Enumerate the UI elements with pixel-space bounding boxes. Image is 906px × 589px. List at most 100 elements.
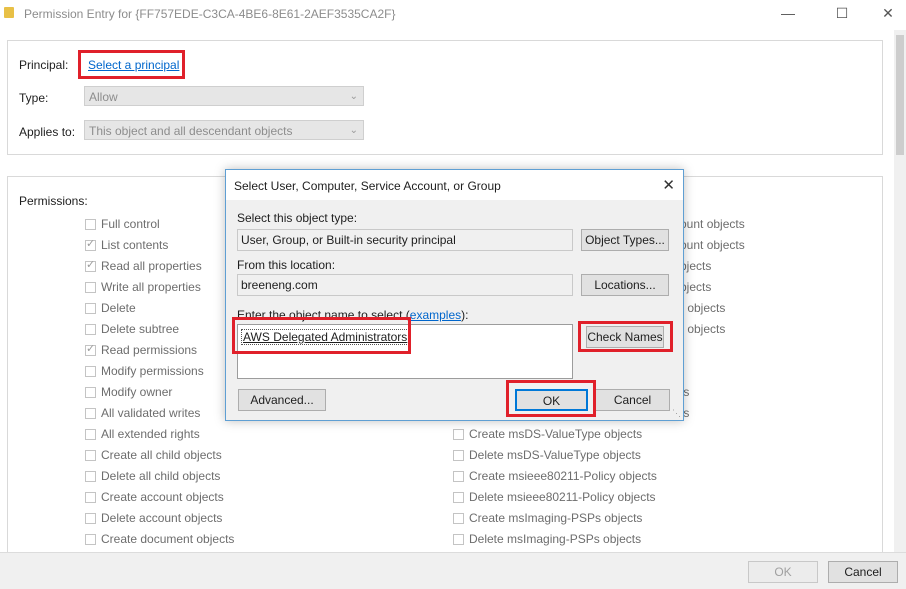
permission-label: Delete (101, 301, 136, 315)
permission-checkbox[interactable] (85, 513, 96, 524)
permission-checkbox[interactable] (85, 303, 96, 314)
applies-to-dropdown-value: This object and all descendant objects (89, 124, 293, 138)
permission-label-partial: ount objects (680, 217, 745, 231)
title-bar: Permission Entry for {FF757EDE-C3CA-4BE6… (0, 0, 906, 28)
permission-item[interactable]: Write all properties (85, 280, 201, 298)
permission-label-partial: r objects (680, 301, 726, 315)
permission-label: Create msImaging-PSPs objects (469, 511, 643, 525)
highlight-select-principal (78, 50, 185, 79)
permission-checkbox[interactable] (85, 282, 96, 293)
footer-bar: OK Cancel (0, 552, 906, 589)
permission-item[interactable]: All extended rights (85, 427, 200, 445)
select-user-dialog: Select User, Computer, Service Account, … (225, 169, 684, 421)
permission-item[interactable]: Read all properties (85, 258, 202, 277)
permission-checkbox[interactable] (85, 258, 96, 272)
permission-checkbox[interactable] (453, 513, 464, 524)
object-type-label: Select this object type: (237, 211, 358, 225)
window-title: Permission Entry for {FF757EDE-C3CA-4BE6… (24, 7, 396, 21)
highlight-object-name (232, 317, 411, 354)
permission-item[interactable]: Modify permissions (85, 364, 204, 382)
permission-item[interactable]: Create msImaging-PSPs objects (453, 511, 642, 529)
type-dropdown[interactable]: Allow ⌄ (84, 86, 364, 106)
permission-item[interactable]: All validated writes (85, 406, 200, 424)
minimize-icon[interactable]: — (776, 4, 800, 22)
permission-checkbox[interactable] (85, 492, 96, 503)
dialog-close-icon[interactable]: ✕ (662, 176, 675, 194)
permission-item[interactable]: Full control (85, 217, 160, 235)
permission-label: Modify owner (101, 385, 173, 399)
footer-ok-button[interactable]: OK (748, 561, 818, 583)
permission-label-partial: bjects (680, 280, 712, 294)
permission-item[interactable]: Delete account objects (85, 511, 222, 529)
dialog-title-bar: Select User, Computer, Service Account, … (226, 170, 683, 200)
permission-item[interactable]: Delete msImaging-PSPs objects (453, 532, 641, 550)
window-scrollbar[interactable] (894, 30, 906, 554)
type-dropdown-value: Allow (89, 90, 118, 104)
highlight-check-names (578, 321, 673, 352)
permission-label: Delete subtree (101, 322, 180, 336)
locations-button[interactable]: Locations... (581, 274, 669, 296)
permission-item[interactable]: Read permissions (85, 342, 198, 361)
permission-item[interactable]: List contents (85, 237, 168, 256)
object-types-button[interactable]: Object Types... (581, 229, 669, 251)
permission-checkbox[interactable] (85, 237, 96, 251)
location-label: From this location: (237, 258, 336, 272)
permission-item[interactable]: Create msDS-ValueType objects (453, 427, 642, 445)
permissions-label: Permissions: (19, 194, 88, 208)
permission-checkbox[interactable] (85, 342, 96, 356)
permission-checkbox[interactable] (85, 408, 96, 419)
permission-item[interactable]: Delete all child objects (85, 469, 220, 487)
permission-label: Create document objects (101, 532, 235, 546)
permission-checkbox[interactable] (85, 471, 96, 482)
permission-item[interactable]: Create account objects (85, 490, 224, 508)
permission-item[interactable]: Delete (85, 301, 136, 319)
chevron-down-icon: ⌄ (349, 125, 358, 136)
permission-checkbox[interactable] (85, 450, 96, 461)
permission-checkbox[interactable] (453, 534, 464, 545)
permission-item[interactable]: Modify owner (85, 385, 172, 403)
permission-label-partial: ount objects (680, 238, 745, 252)
principal-label: Principal: (19, 58, 69, 72)
permission-label: All extended rights (101, 427, 200, 441)
permission-label-partial: r objects (680, 322, 726, 336)
close-icon[interactable]: ✕ (876, 4, 900, 22)
permission-label: Create msDS-ValueType objects (469, 427, 643, 441)
folder-icon (4, 7, 14, 18)
permission-item[interactable]: Delete msieee80211-Policy objects (453, 490, 656, 508)
permission-checkbox[interactable] (85, 324, 96, 335)
permission-label: Create account objects (101, 490, 224, 504)
object-name-label-suffix: ): (461, 308, 469, 322)
permission-item[interactable]: Create document objects (85, 532, 234, 550)
permission-checkbox[interactable] (85, 429, 96, 440)
dialog-cancel-button[interactable]: Cancel (595, 389, 670, 411)
maximize-icon[interactable]: ☐ (830, 4, 854, 22)
advanced-button[interactable]: Advanced... (238, 389, 326, 411)
permission-item[interactable]: Delete msDS-ValueType objects (453, 448, 641, 466)
permission-label: All validated writes (101, 406, 201, 420)
scrollbar-thumb[interactable] (896, 35, 904, 155)
applies-to-dropdown[interactable]: This object and all descendant objects ⌄ (84, 120, 364, 140)
permission-checkbox[interactable] (85, 534, 96, 545)
highlight-dialog-ok (506, 380, 596, 417)
footer-cancel-button[interactable]: Cancel (828, 561, 898, 583)
permission-item[interactable]: Create msieee80211-Policy objects (453, 469, 657, 487)
permission-checkbox[interactable] (85, 219, 96, 230)
permission-checkbox[interactable] (453, 450, 464, 461)
permission-checkbox[interactable] (85, 366, 96, 377)
permission-item[interactable]: Delete subtree (85, 322, 179, 340)
permission-label: Read permissions (101, 343, 198, 357)
resize-grip-icon[interactable]: ⋱ (672, 409, 681, 418)
permission-label: Create msieee80211-Policy objects (469, 469, 657, 483)
examples-link[interactable]: examples (410, 308, 461, 322)
permission-label: Delete account objects (101, 511, 223, 525)
permission-checkbox[interactable] (453, 492, 464, 503)
permission-item[interactable]: Create all child objects (85, 448, 222, 466)
permission-checkbox[interactable] (453, 471, 464, 482)
permission-label-partial: bjects (680, 259, 712, 273)
dialog-title: Select User, Computer, Service Account, … (234, 179, 501, 193)
permission-checkbox[interactable] (85, 387, 96, 398)
permission-label: Write all properties (101, 280, 201, 294)
permission-label: Delete msImaging-PSPs objects (469, 532, 642, 546)
object-type-field: User, Group, or Built-in security princi… (237, 229, 573, 251)
permission-checkbox[interactable] (453, 429, 464, 440)
